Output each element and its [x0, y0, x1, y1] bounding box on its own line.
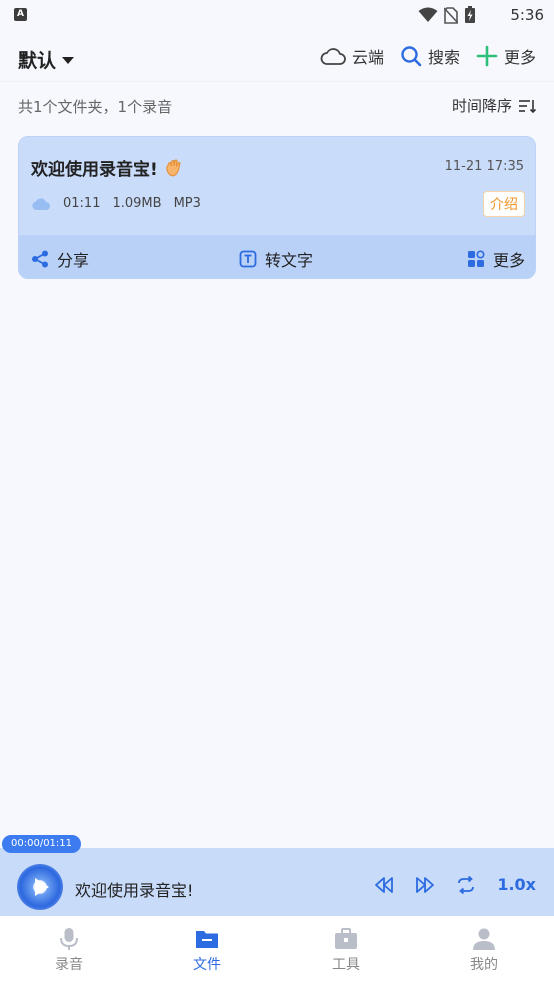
- recording-format: MP3: [173, 196, 201, 211]
- recording-meta: 01:11 1.09MB MP3: [31, 196, 201, 211]
- file-count-summary: 共1个文件夹，1个录音: [18, 98, 173, 116]
- transcribe-button[interactable]: 转文字: [239, 247, 313, 271]
- recording-card[interactable]: 欢迎使用录音宝! 11-21 17:35 01:11 1.09MB MP3 介绍…: [18, 136, 536, 279]
- intro-badge[interactable]: 介绍: [483, 191, 525, 217]
- bottom-nav: 录音 文件 工具 我的: [0, 916, 554, 986]
- top-actions: 云端 搜索 更多: [320, 44, 536, 68]
- user-icon: [473, 928, 495, 950]
- search-label: 搜索: [427, 48, 460, 67]
- nav-tools-label: 工具: [332, 957, 360, 973]
- player-controls: 1.0x: [374, 875, 536, 894]
- text-icon: [239, 250, 257, 268]
- repeat-button[interactable]: [456, 875, 476, 894]
- mini-player: 欢迎使用录音宝! 1.0x: [0, 848, 554, 916]
- nav-record[interactable]: 录音: [29, 926, 109, 974]
- recording-size: 1.09MB: [112, 196, 162, 211]
- top-bar: 默认 云端 搜索 更多: [0, 38, 554, 82]
- summary-row: 共1个文件夹，1个录音 时间降序: [0, 92, 554, 122]
- play-icon: [35, 878, 49, 896]
- play-button[interactable]: [17, 864, 63, 910]
- screen: A 5:36 默认 云端 搜索 更多 共1个文件夹，1个录音 时间降序 欢迎使用…: [0, 0, 554, 986]
- recording-duration: 01:11: [63, 196, 101, 211]
- nav-tools[interactable]: 工具: [306, 926, 386, 974]
- sort-button[interactable]: 时间降序: [452, 95, 536, 116]
- rewind-icon: [375, 876, 394, 893]
- microphone-icon: [60, 928, 78, 950]
- battery-charging-icon: [465, 6, 475, 23]
- transcribe-label: 转文字: [265, 251, 314, 270]
- wifi-icon: [418, 7, 438, 22]
- nav-record-label: 录音: [55, 957, 83, 973]
- folder-icon: [196, 931, 218, 948]
- share-icon: [32, 250, 48, 268]
- nav-files-label: 文件: [193, 957, 221, 973]
- folder-name: 默认: [18, 50, 57, 72]
- status-notification-badge: A: [14, 8, 27, 21]
- plus-icon: [476, 45, 498, 67]
- add-more-label: 更多: [503, 48, 536, 67]
- recording-card-body[interactable]: 欢迎使用录音宝! 11-21 17:35 01:11 1.09MB MP3 介绍: [19, 137, 535, 235]
- rewind-button[interactable]: [374, 876, 394, 894]
- cloud-status-icon: [32, 198, 50, 210]
- recording-datetime: 11-21 17:35: [444, 159, 524, 174]
- sort-label: 时间降序: [451, 97, 512, 115]
- sort-descending-icon: [519, 99, 536, 113]
- repeat-icon: [458, 875, 475, 894]
- folder-selector[interactable]: 默认: [18, 46, 75, 73]
- share-label: 分享: [57, 251, 90, 270]
- no-sim-icon: [444, 6, 458, 24]
- toolbox-icon: [335, 928, 357, 949]
- nav-profile-label: 我的: [470, 957, 498, 973]
- cloud-button[interactable]: 云端: [320, 44, 384, 68]
- more-grid-icon: [467, 250, 485, 267]
- playback-speed-button[interactable]: 1.0x: [497, 875, 536, 894]
- status-bar: A 5:36: [0, 0, 554, 30]
- nav-profile[interactable]: 我的: [444, 926, 524, 974]
- cloud-icon: [320, 48, 346, 65]
- card-more-button[interactable]: 更多: [467, 247, 525, 271]
- recording-title-row: 欢迎使用录音宝!: [31, 155, 184, 180]
- add-more-button[interactable]: 更多: [476, 44, 536, 68]
- recording-actions: 分享 转文字 更多: [19, 235, 535, 278]
- status-icons: [418, 4, 476, 26]
- playback-time: 00:00/01:11: [2, 835, 82, 853]
- search-icon: [401, 46, 422, 67]
- caret-down-icon: [62, 57, 75, 64]
- cloud-label: 云端: [351, 48, 384, 67]
- fast-forward-button[interactable]: [415, 876, 435, 894]
- nav-files[interactable]: 文件: [167, 926, 247, 974]
- card-more-label: 更多: [492, 251, 525, 270]
- player-title: 欢迎使用录音宝!: [75, 881, 194, 900]
- waving-hand-icon: [166, 159, 181, 177]
- fast-forward-icon: [416, 876, 435, 893]
- share-button[interactable]: 分享: [31, 247, 89, 271]
- status-time: 5:36: [510, 6, 544, 24]
- search-button[interactable]: 搜索: [400, 44, 460, 68]
- recording-title: 欢迎使用录音宝!: [31, 160, 158, 180]
